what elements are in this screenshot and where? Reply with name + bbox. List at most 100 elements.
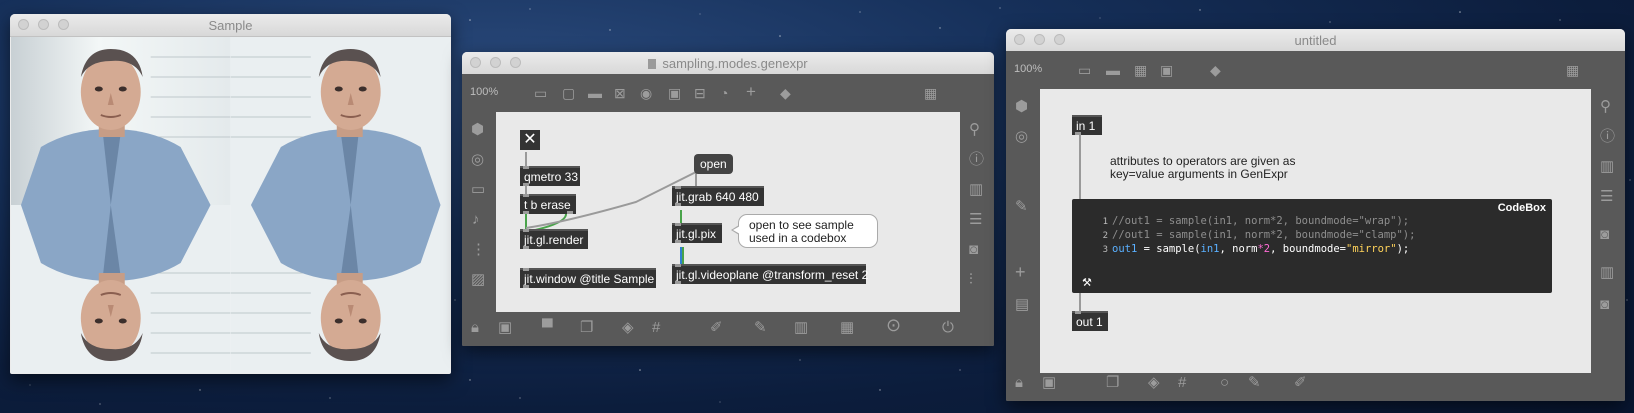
image-icon[interactable]: ▨ [471, 272, 485, 287]
lock-icon[interactable]: 🔒︎ [471, 320, 479, 335]
mute-icon[interactable]: ◈ [1148, 375, 1160, 390]
untitled-patcher-window[interactable]: untitled 100% ▭ ▬ ▦ ▣ ◆ ▦ ⬢ ◎ ✎ + ▤ ⚲ ⓘ … [1006, 29, 1625, 401]
mixer-icon[interactable]: ⫶ [969, 272, 973, 287]
patcher-titlebar[interactable]: untitled [1006, 29, 1625, 52]
bottom-toolbar: 🔒︎ ▣ ▀ ❐ ◈ # ✐ ✎ ▥ ▦ ⊙ ⏻ [462, 312, 994, 346]
jit-window-object[interactable]: jit.window @title Sample [520, 268, 656, 288]
wrench-icon[interactable]: ✎ [754, 320, 767, 335]
toggle-icon[interactable]: ◉ [640, 86, 652, 100]
paint-bucket-icon[interactable]: ◆ [780, 86, 791, 100]
mute-icon[interactable]: ◈ [622, 320, 634, 335]
list-icon[interactable]: ☰ [1600, 189, 1613, 204]
code-text: //out1 = sample(in1, norm*2, boundmode="… [1112, 215, 1410, 227]
qmetro-object[interactable]: qmetro 33 [520, 166, 580, 186]
jit-gl-pix-object[interactable]: jit.gl.pix [672, 223, 722, 243]
book-icon[interactable]: ▥ [1600, 159, 1614, 174]
cube-icon[interactable]: ⬢ [1015, 99, 1028, 114]
list-icon[interactable]: ☰ [969, 212, 982, 227]
code-icon[interactable]: ▤ [1015, 297, 1029, 312]
hammer-icon[interactable]: ⚒ [1082, 276, 1092, 289]
sample-titlebar[interactable]: Sample [10, 14, 451, 37]
piano-icon[interactable]: ▥ [794, 320, 808, 335]
paperclip-icon[interactable]: ✎ [1015, 199, 1028, 214]
camera-icon[interactable]: ◙ [969, 242, 978, 257]
presentation-icon[interactable]: ▣ [498, 320, 512, 335]
genexpr-patcher-window[interactable]: sampling.modes.genexpr 100% ▭ ▢ ▬ ⊠ ◉ ▣ … [462, 52, 994, 346]
code-token: norm [1232, 243, 1258, 255]
jit-grab-object[interactable]: jit.grab 640 480 [672, 186, 764, 206]
keyboard-icon[interactable]: ▭ [471, 182, 485, 197]
in-object[interactable]: in 1 [1072, 115, 1102, 135]
grid-menu-icon[interactable]: ▦ [1566, 63, 1579, 77]
book-icon[interactable]: ▥ [969, 182, 983, 197]
button-icon[interactable]: ⊠ [614, 86, 626, 100]
debug-icon[interactable]: ✐ [710, 320, 723, 335]
line-number: 2 [1102, 231, 1108, 241]
toggle[interactable]: ✕ [520, 130, 540, 150]
comment: attributes to operators are given as key… [1110, 155, 1295, 181]
zoom-menu[interactable]: 100% [1014, 63, 1042, 75]
hammer-icon[interactable]: ✎ [1248, 375, 1261, 390]
layers-icon[interactable]: ❐ [1106, 375, 1119, 390]
grid-icon[interactable]: # [1178, 375, 1186, 390]
info-icon[interactable]: ⓘ [969, 152, 984, 167]
power-icon[interactable]: ⏻ [942, 320, 954, 335]
paint-bucket-icon[interactable]: ◆ [1210, 63, 1221, 77]
keyboard-shortcut-icon[interactable]: ▦ [840, 320, 854, 335]
patcher-icon[interactable]: ▦ [1134, 63, 1147, 77]
target-icon[interactable]: ◎ [1015, 129, 1028, 144]
patcher-canvas[interactable]: in 1 attributes to operators are given a… [1040, 89, 1591, 373]
grid-menu-icon[interactable]: ▦ [924, 86, 937, 100]
slider-icon[interactable]: ▣ [668, 86, 681, 100]
code-token: = [1137, 243, 1157, 255]
number-icon[interactable]: ⊟ [694, 86, 706, 100]
hint-bubble: open to see sample used in a codebox [731, 214, 878, 248]
debug-icon[interactable]: ✐ [1294, 375, 1307, 390]
video-quadrant [11, 37, 231, 205]
layers-icon[interactable]: ❐ [580, 320, 593, 335]
cube-icon[interactable]: ⬢ [471, 122, 484, 137]
code-token: sample( [1156, 243, 1201, 255]
trigger-object[interactable]: t b erase [520, 194, 576, 214]
bpatcher-icon[interactable]: ▣ [1160, 63, 1173, 77]
window-title: untitled [1294, 33, 1337, 48]
target-icon[interactable]: ◎ [471, 152, 484, 167]
presentation-icon[interactable]: ▣ [1042, 375, 1056, 390]
comment-icon[interactable]: ▬ [588, 86, 602, 100]
add-icon[interactable]: + [746, 83, 756, 100]
camera-icon[interactable]: ◙ [1600, 227, 1609, 242]
music-note-icon[interactable]: ♪ [472, 212, 480, 227]
comment-icon[interactable]: ▬ [1106, 63, 1120, 77]
info-icon[interactable]: ⓘ [1600, 129, 1615, 144]
video-quadrant [11, 205, 231, 373]
zoom-menu[interactable]: 100% [470, 86, 498, 98]
render-object[interactable]: jit.gl.render [520, 229, 588, 249]
circle-icon[interactable]: ○ [1220, 375, 1229, 390]
add-icon[interactable]: + [1015, 263, 1026, 281]
lock-icon[interactable]: 🔒︎ [1015, 375, 1023, 390]
chat-icon[interactable]: ▀ [542, 320, 553, 335]
object-box-icon[interactable]: ▭ [1078, 63, 1091, 77]
left-sidebar: ⬢ ◎ ▭ ♪ ⋮ ▨ [462, 112, 496, 312]
dial-icon[interactable]: ◔ [720, 86, 728, 100]
codebox[interactable]: CodeBox 1 //out1 = sample(in1, norm*2, bo… [1072, 199, 1552, 293]
code-token: ); [1396, 243, 1410, 255]
book-alt-icon[interactable]: ▥ [1600, 265, 1614, 280]
trim-icon[interactable]: ⋮ [471, 242, 486, 257]
message-box-icon[interactable]: ▢ [562, 86, 575, 100]
search-icon[interactable]: ⚲ [1600, 99, 1611, 114]
code-editor[interactable]: 1 //out1 = sample(in1, norm*2, boundmode=… [1088, 215, 1416, 257]
grid-icon[interactable]: # [652, 320, 660, 335]
code-token: , [1270, 243, 1283, 255]
play-icon[interactable]: ⊙ [886, 316, 901, 334]
video-quadrant [230, 205, 450, 373]
open-message[interactable]: open [694, 154, 733, 174]
out-object[interactable]: out 1 [1072, 311, 1108, 331]
sample-window[interactable]: Sample [10, 14, 451, 374]
camera-alt-icon[interactable]: ◙ [1600, 297, 1609, 312]
search-icon[interactable]: ⚲ [969, 122, 980, 137]
patcher-canvas[interactable]: ✕ qmetro 33 t b erase jit.gl.render jit.… [496, 112, 960, 312]
object-box-icon[interactable]: ▭ [534, 86, 547, 100]
patcher-titlebar[interactable]: sampling.modes.genexpr [462, 52, 994, 75]
videoplane-object[interactable]: jit.gl.videoplane @transform_reset 2 [672, 264, 868, 284]
